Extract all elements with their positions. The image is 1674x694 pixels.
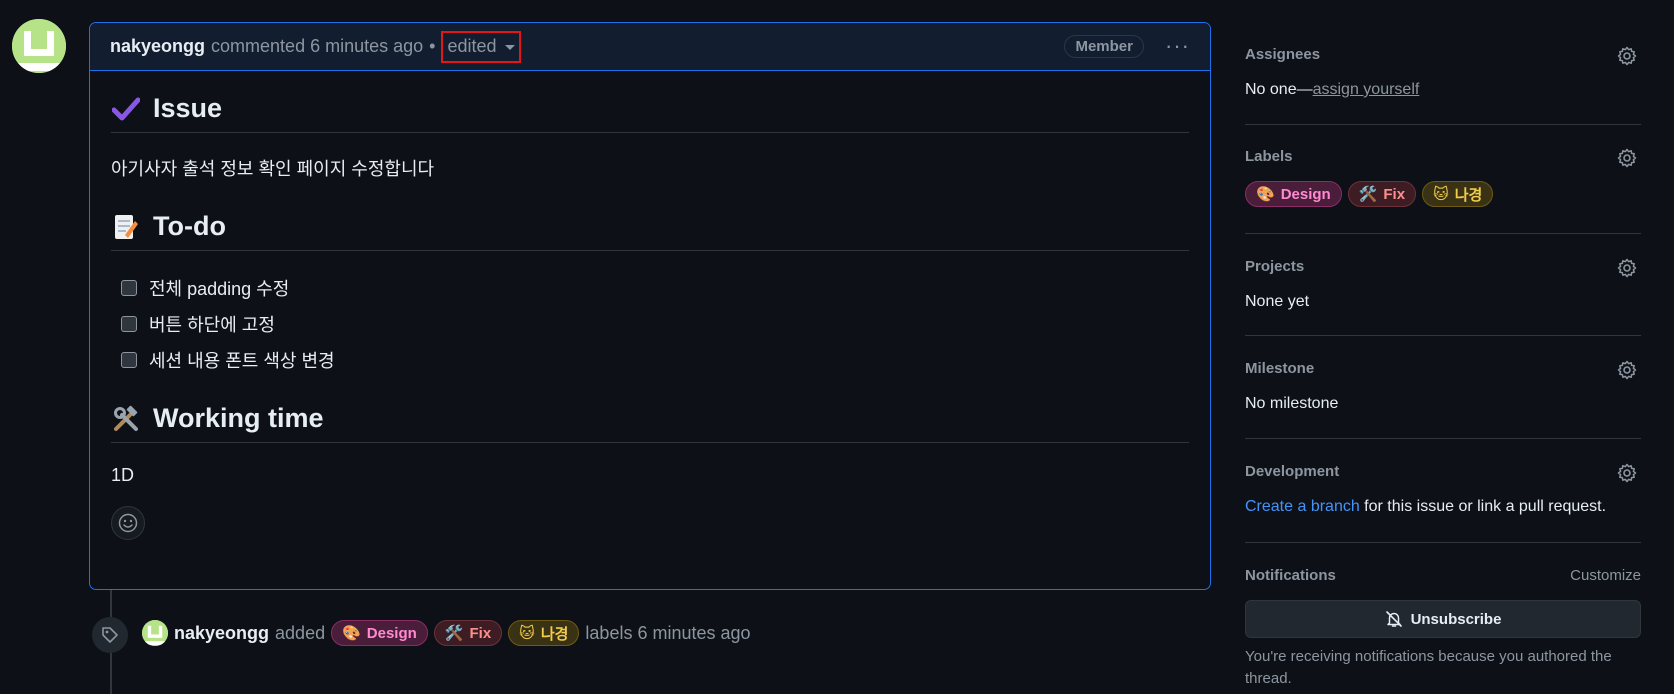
comment-author[interactable]: nakyeongg (110, 36, 205, 57)
heading-issue-text: Issue (153, 93, 223, 123)
heading-working-time: Working time (111, 403, 1189, 443)
projects-value: None yet (1245, 293, 1310, 310)
assignees-title[interactable]: Assignees (1245, 46, 1641, 63)
label-design[interactable]: 🎨 Design (1245, 181, 1342, 207)
comment-body: Issue 아기사자 출석 정보 확인 페이지 수정합니다 To-do 전체 p… (90, 93, 1210, 540)
label-text: Design (366, 624, 417, 642)
task-item: 버튼 하단에 고정 (121, 311, 1189, 337)
separator-dot: • (429, 36, 436, 56)
event-suffix: labels 6 minutes ago (585, 622, 751, 643)
heading-todo: To-do (111, 211, 1189, 251)
working-time-value: 1D (111, 465, 135, 485)
heading-working-text: Working time (153, 403, 324, 433)
sidebar-notifications: Notifications Customize (1245, 567, 1641, 584)
sidebar-development: Development Create a branch for this iss… (1245, 463, 1641, 516)
milestone-value: No milestone (1245, 395, 1339, 412)
sidebar-labels: Labels 🎨 Design 🛠️ Fix 🐱 나경 (1245, 148, 1641, 207)
palette-icon: 🎨 (342, 625, 361, 642)
label-text: 나경 (540, 625, 569, 643)
task-label: 버튼 하단에 고정 (149, 315, 275, 335)
development-value: Create a branch for this issue or link a… (1245, 498, 1641, 516)
edited-dropdown[interactable]: edited (441, 30, 521, 63)
member-badge: Member (1064, 35, 1144, 58)
gear-icon[interactable] (1617, 46, 1637, 66)
label-design[interactable]: 🎨 Design (331, 620, 428, 646)
memo-icon (111, 212, 141, 242)
gear-icon[interactable] (1617, 258, 1637, 278)
sidebar-assignees: Assignees No one—assign yourself (1245, 46, 1641, 99)
cat-icon: 🐱 (1433, 186, 1449, 203)
label-text: Fix (469, 624, 492, 642)
unsubscribe-button[interactable]: Unsubscribe (1245, 600, 1641, 638)
comment-header: nakyeongg commented 6 minutes ago • edit… (90, 23, 1210, 71)
create-branch-link[interactable]: Create a branch (1245, 498, 1360, 515)
divider (1245, 124, 1641, 125)
comment-timestamp[interactable]: commented 6 minutes ago (211, 36, 423, 57)
development-title[interactable]: Development (1245, 463, 1641, 480)
task-label: 세션 내용 폰트 색상 변경 (149, 351, 335, 371)
unsubscribe-label: Unsubscribe (1410, 610, 1502, 628)
heading-issue: Issue (111, 93, 1189, 133)
task-checkbox[interactable] (121, 280, 137, 296)
labels-title[interactable]: Labels (1245, 148, 1641, 165)
task-list: 전체 padding 수정 버튼 하단에 고정 세션 내용 폰트 색상 변경 (111, 275, 1189, 373)
gear-icon[interactable] (1617, 463, 1637, 483)
development-rest: for this issue or link a pull request. (1359, 498, 1607, 515)
task-item: 세션 내용 폰트 색상 변경 (121, 347, 1189, 373)
label-text: 나경 (1454, 186, 1483, 204)
heading-todo-text: To-do (153, 211, 226, 241)
sidebar-projects: Projects None yet (1245, 258, 1641, 311)
tools-icon: 🛠️ (444, 625, 464, 642)
chevron-down-icon (504, 45, 515, 50)
assignees-value: No one—assign yourself (1245, 81, 1641, 99)
label-nakyeong[interactable]: 🐱 나경 (508, 620, 580, 646)
add-reaction-button[interactable] (111, 506, 145, 540)
assign-yourself-link[interactable]: assign yourself (1313, 81, 1420, 98)
label-text: Design (1280, 185, 1331, 203)
divider (1245, 438, 1641, 439)
task-label: 전체 padding 수정 (149, 279, 290, 299)
timeline-event: nakyeongg added 🎨 Design 🛠️ Fix 🐱 나경 lab… (142, 620, 751, 646)
sidebar-label-list: 🎨 Design 🛠️ Fix 🐱 나경 (1245, 181, 1641, 207)
assignees-none: No one— (1245, 81, 1313, 98)
hammer-wrench-icon (111, 404, 141, 434)
divider (1245, 542, 1641, 543)
gear-icon[interactable] (1617, 148, 1637, 168)
event-author[interactable]: nakyeongg (174, 623, 269, 644)
palette-icon: 🎨 (1256, 186, 1275, 203)
event-author-avatar[interactable] (142, 620, 168, 646)
notifications-note: You're receiving notifications because y… (1245, 648, 1612, 687)
projects-title[interactable]: Projects (1245, 258, 1641, 275)
edited-label: edited (447, 36, 497, 56)
label-text: Fix (1383, 185, 1406, 203)
cat-icon: 🐱 (519, 625, 535, 642)
label-nakyeong[interactable]: 🐱 나경 (1422, 181, 1494, 207)
tag-icon (92, 617, 128, 653)
kebab-menu-icon[interactable]: ··· (1165, 33, 1190, 59)
tools-icon: 🛠️ (1358, 186, 1378, 203)
task-checkbox[interactable] (121, 316, 137, 332)
gear-icon[interactable] (1617, 360, 1637, 380)
author-avatar[interactable] (12, 19, 66, 73)
customize-link[interactable]: Customize (1570, 567, 1641, 584)
divider (1245, 335, 1641, 336)
bell-slash-icon (1385, 611, 1402, 627)
issue-comment: nakyeongg commented 6 minutes ago • edit… (89, 22, 1211, 590)
smiley-icon (118, 513, 138, 533)
task-checkbox[interactable] (121, 352, 137, 368)
task-item: 전체 padding 수정 (121, 275, 1189, 301)
check-mark-icon (111, 94, 141, 124)
label-fix[interactable]: 🛠️ Fix (433, 620, 503, 646)
issue-description: 아기사자 출석 정보 확인 페이지 수정합니다 (111, 159, 435, 179)
event-action: added (275, 622, 326, 643)
divider (1245, 233, 1641, 234)
sidebar-milestone: Milestone No milestone (1245, 360, 1641, 413)
label-fix[interactable]: 🛠️ Fix (1347, 181, 1417, 207)
milestone-title[interactable]: Milestone (1245, 360, 1641, 377)
